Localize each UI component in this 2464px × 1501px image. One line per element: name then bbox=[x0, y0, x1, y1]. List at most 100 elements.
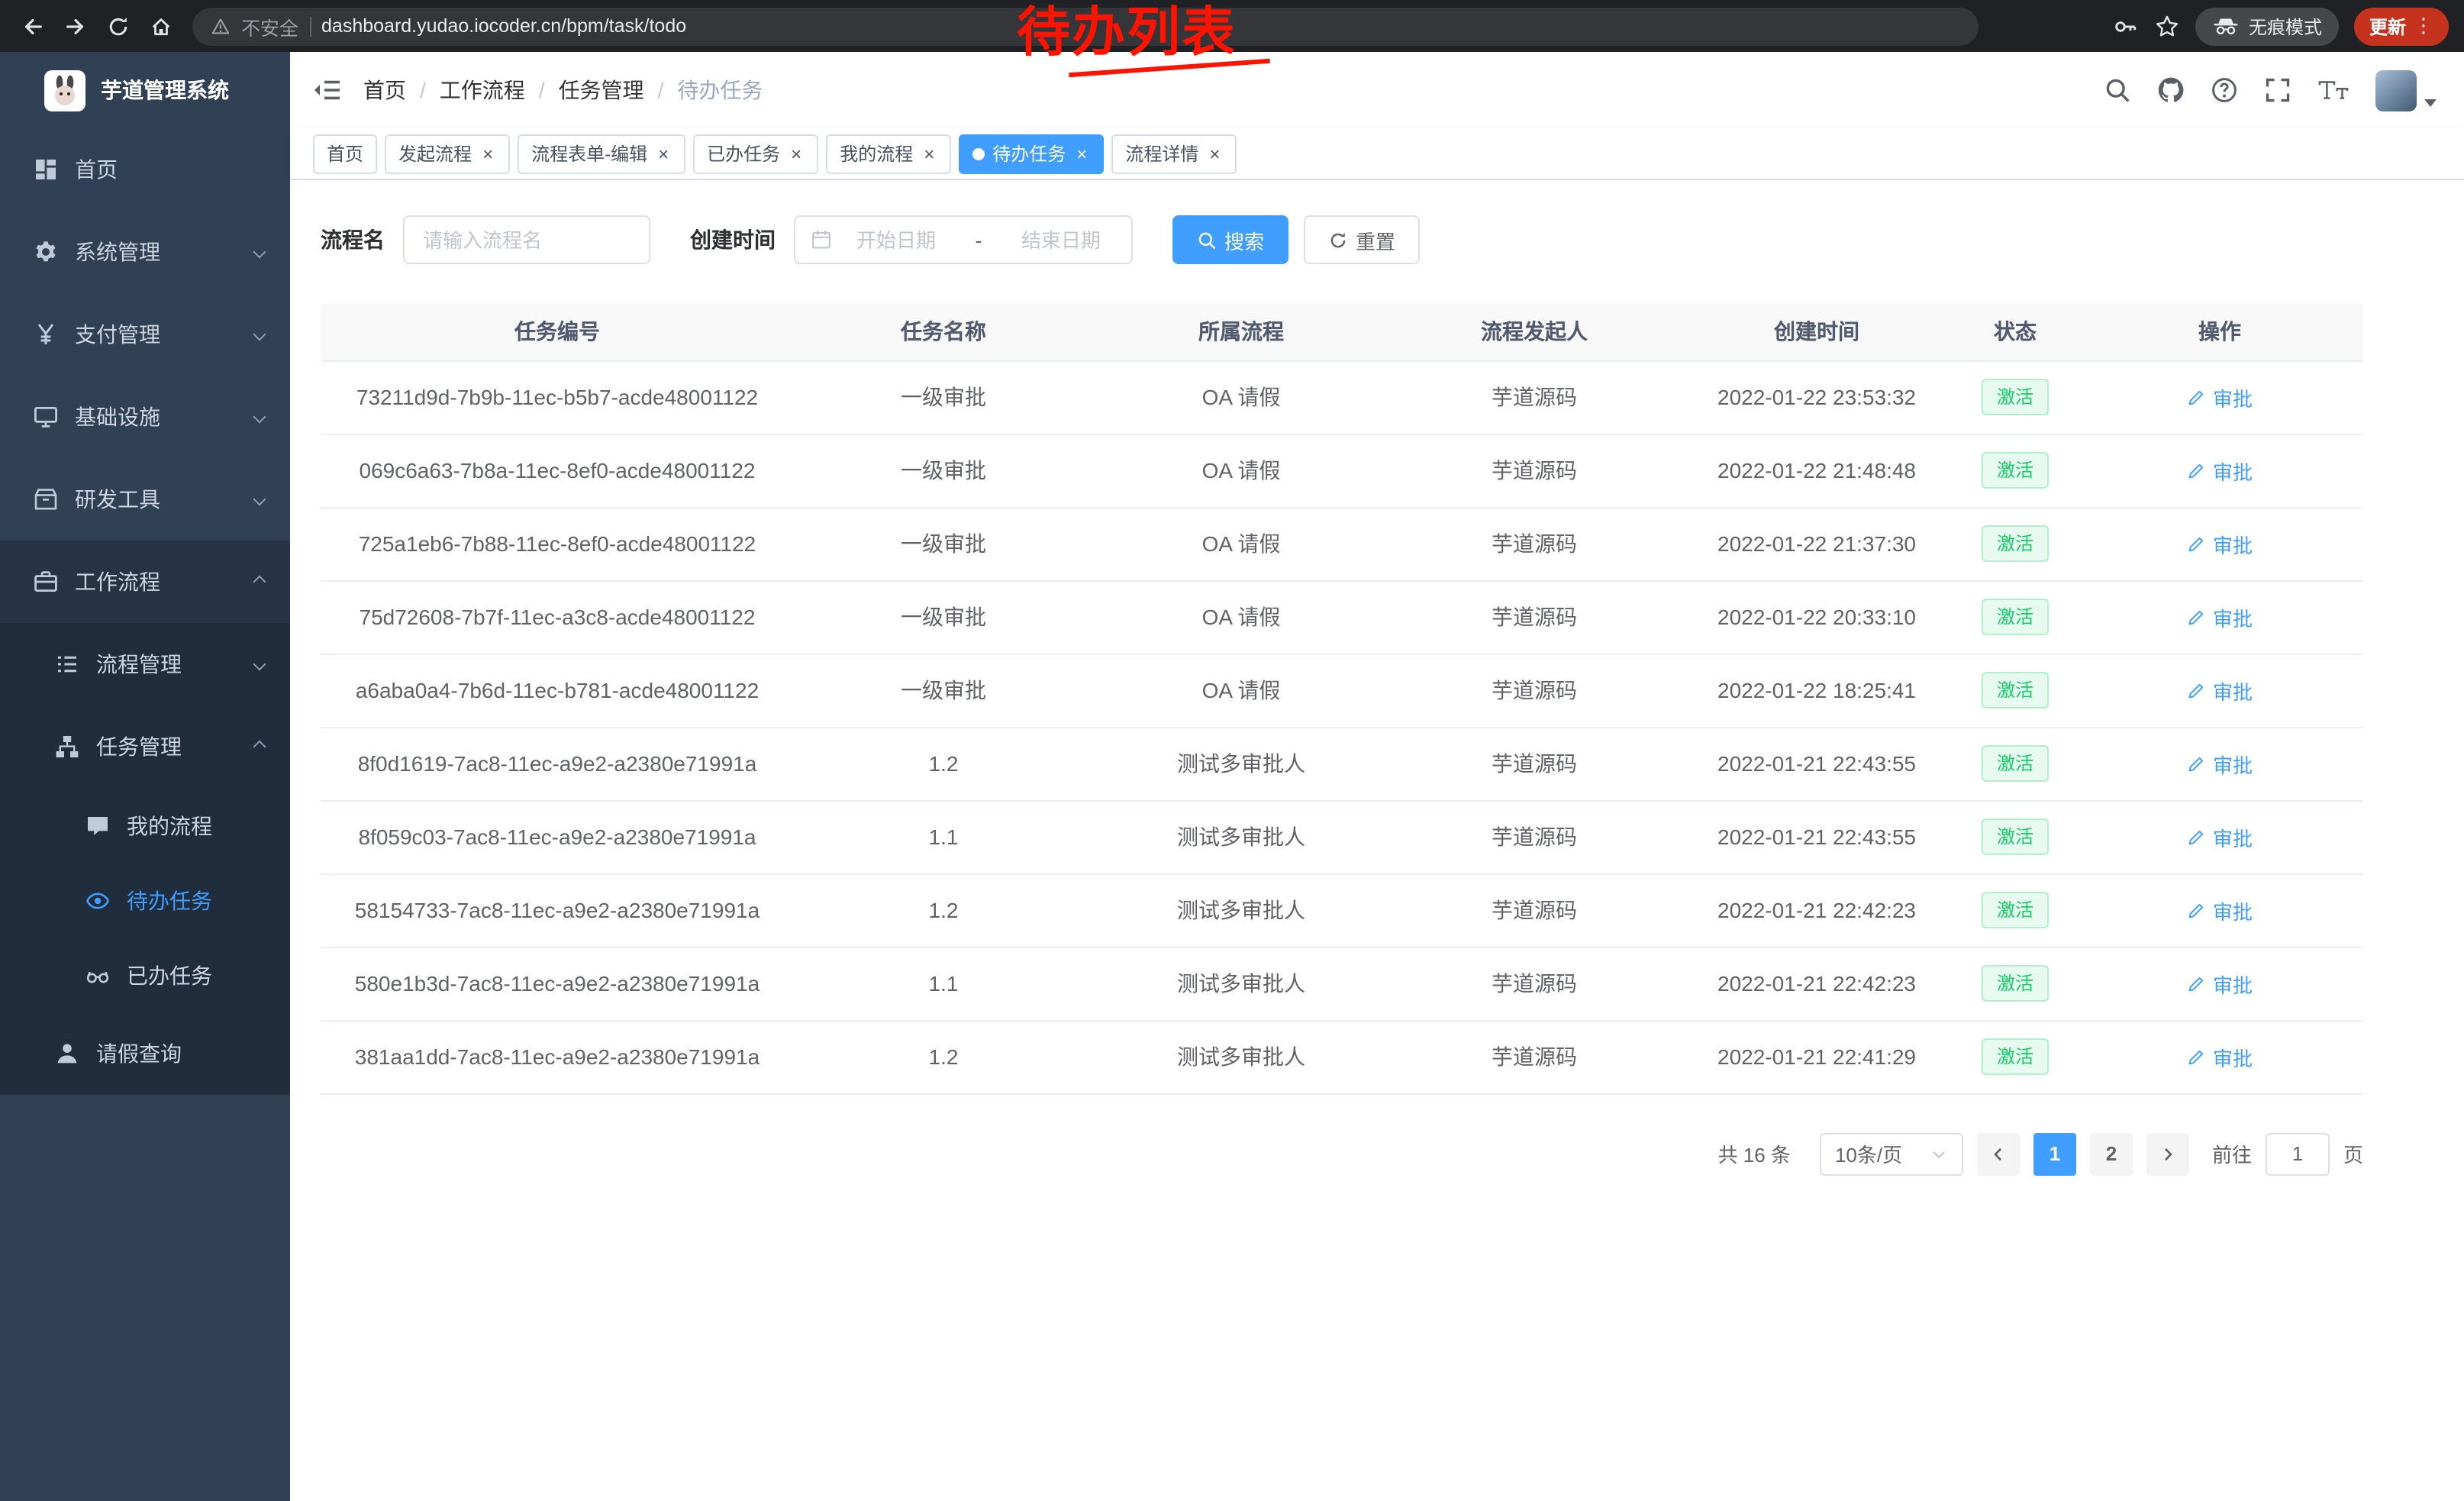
page-size-select[interactable]: 10条/页 bbox=[1820, 1132, 1963, 1175]
process-name-input[interactable] bbox=[420, 227, 634, 253]
cell-task-id: a6aba0a4-7b6d-11ec-b781-acde48001122 bbox=[321, 654, 794, 727]
cell-task-id: 75d72608-7b7f-11ec-a3c8-acde48001122 bbox=[321, 580, 794, 654]
back-button[interactable] bbox=[12, 6, 52, 46]
search-icon[interactable] bbox=[2104, 76, 2131, 104]
sidebar-item-system[interactable]: 系统管理 bbox=[0, 211, 290, 293]
sidebar-item-label: 我的流程 bbox=[127, 810, 212, 841]
approve-link[interactable]: 审批 bbox=[2187, 749, 2253, 778]
font-size-icon[interactable] bbox=[2317, 76, 2350, 104]
tab-我的流程[interactable]: 我的流程 × bbox=[826, 134, 951, 173]
tab-已办任务[interactable]: 已办任务 × bbox=[693, 134, 818, 173]
cell-created-time: 2022-01-22 23:53:32 bbox=[1679, 360, 1954, 434]
goto-page-input[interactable] bbox=[2266, 1132, 2330, 1175]
sidebar-item-home[interactable]: 首页 bbox=[0, 128, 290, 211]
app-logo[interactable]: 芋道管理系统 bbox=[0, 52, 290, 128]
help-icon[interactable] bbox=[2211, 76, 2238, 104]
close-icon[interactable]: × bbox=[655, 143, 672, 164]
prev-page-button[interactable] bbox=[1977, 1132, 2020, 1175]
forward-button[interactable] bbox=[55, 6, 95, 46]
breadcrumb-item[interactable]: 工作流程 bbox=[440, 75, 525, 105]
approve-link[interactable]: 审批 bbox=[2187, 383, 2253, 412]
sidebar-item-workflow[interactable]: 工作流程 bbox=[0, 541, 290, 623]
cell-initiator: 芋道源码 bbox=[1389, 800, 1679, 873]
sidebar-item-process-mgmt[interactable]: 流程管理 bbox=[0, 623, 290, 705]
update-menu-button[interactable]: 更新 ⋮ bbox=[2354, 7, 2449, 45]
incognito-badge: 无痕模式 bbox=[2195, 7, 2339, 45]
end-date-input[interactable] bbox=[1006, 227, 1116, 253]
reset-button[interactable]: 重置 bbox=[1304, 215, 1420, 264]
user-avatar[interactable] bbox=[2375, 69, 2437, 111]
active-dot bbox=[972, 147, 985, 160]
approve-link[interactable]: 审批 bbox=[2187, 529, 2253, 558]
browser-home-button[interactable] bbox=[140, 6, 180, 46]
close-icon[interactable]: × bbox=[479, 143, 496, 164]
sidebar-item-devtools[interactable]: 研发工具 bbox=[0, 458, 290, 541]
start-date-input[interactable] bbox=[841, 227, 951, 253]
cell-task-id: 580e1b3d-7ac8-11ec-a9e2-a2380e71991a bbox=[321, 947, 794, 1020]
sidebar-item-todo-task[interactable]: 待办任务 bbox=[0, 863, 290, 938]
sidebar-item-label: 请假查询 bbox=[96, 1038, 182, 1069]
cell-process: OA 请假 bbox=[1093, 360, 1389, 434]
hamburger-icon bbox=[311, 78, 342, 102]
close-icon[interactable]: × bbox=[921, 143, 937, 164]
sidebar-item-task-mgmt[interactable]: 任务管理 bbox=[0, 705, 290, 788]
approve-link[interactable]: 审批 bbox=[2187, 896, 2253, 925]
column-header: 所属流程 bbox=[1093, 304, 1389, 360]
collapse-sidebar-button[interactable] bbox=[290, 52, 363, 128]
cell-task-name: 一级审批 bbox=[794, 507, 1093, 580]
breadcrumb-item: 待办任务 bbox=[677, 75, 763, 105]
cell-task-name: 1.1 bbox=[794, 947, 1093, 1020]
address-bar[interactable]: 不安全 dashboard.yudao.iocoder.cn/bpm/task/… bbox=[192, 7, 1979, 45]
approve-link[interactable]: 审批 bbox=[2187, 822, 2253, 851]
cell-initiator: 芋道源码 bbox=[1389, 947, 1679, 1020]
edit-icon bbox=[2187, 1047, 2207, 1067]
user-icon bbox=[55, 1041, 79, 1066]
sidebar-item-my-process[interactable]: 我的流程 bbox=[0, 788, 290, 863]
page-button-2[interactable]: 2 bbox=[2090, 1132, 2133, 1175]
status-badge: 激活 bbox=[1982, 672, 2049, 709]
bookmark-star-icon[interactable] bbox=[2154, 13, 2180, 39]
breadcrumb-item[interactable]: 任务管理 bbox=[559, 75, 644, 105]
approve-link[interactable]: 审批 bbox=[2187, 456, 2253, 485]
table-row: 580e1b3d-7ac8-11ec-a9e2-a2380e71991a 1.1… bbox=[321, 947, 2363, 1020]
goto-label: 前往 bbox=[2212, 1139, 2252, 1168]
tab-流程表单-编辑[interactable]: 流程表单-编辑 × bbox=[518, 134, 685, 173]
github-icon[interactable] bbox=[2157, 76, 2185, 104]
close-icon[interactable]: × bbox=[1206, 143, 1223, 164]
tab-首页[interactable]: 首页 bbox=[313, 134, 377, 173]
approve-link[interactable]: 审批 bbox=[2187, 969, 2253, 998]
cell-created-time: 2022-01-22 20:33:10 bbox=[1679, 580, 1954, 654]
tab-发起流程[interactable]: 发起流程 × bbox=[385, 134, 510, 173]
password-key-icon[interactable] bbox=[2113, 13, 2139, 39]
sidebar-item-infrastructure[interactable]: 基础设施 bbox=[0, 376, 290, 458]
sidebar-item-payment[interactable]: 支付管理 bbox=[0, 293, 290, 376]
approve-link[interactable]: 审批 bbox=[2187, 676, 2253, 705]
sidebar-item-done-task[interactable]: 已办任务 bbox=[0, 938, 290, 1012]
approve-link[interactable]: 审批 bbox=[2187, 602, 2253, 631]
sidebar-item-leave-query[interactable]: 请假查询 bbox=[0, 1012, 290, 1095]
sidebar-item-label: 首页 bbox=[75, 154, 118, 185]
cell-initiator: 芋道源码 bbox=[1389, 873, 1679, 947]
status-badge: 激活 bbox=[1982, 745, 2049, 782]
date-range-picker[interactable]: - bbox=[794, 215, 1133, 264]
tab-流程详情[interactable]: 流程详情 × bbox=[1111, 134, 1237, 173]
fullscreen-icon[interactable] bbox=[2264, 76, 2291, 104]
page-button-1[interactable]: 1 bbox=[2033, 1132, 2076, 1175]
chevron-right-icon bbox=[2159, 1144, 2177, 1163]
close-icon[interactable]: × bbox=[788, 143, 805, 164]
cell-task-name: 1.2 bbox=[794, 1020, 1093, 1093]
reload-button[interactable] bbox=[98, 6, 137, 46]
task-table: 任务编号任务名称所属流程流程发起人创建时间状态操作 73211d9d-7b9b-… bbox=[321, 304, 2363, 1094]
tab-label: 首页 bbox=[327, 140, 363, 166]
breadcrumb-item[interactable]: 首页 bbox=[363, 75, 406, 105]
approve-link[interactable]: 审批 bbox=[2187, 1042, 2253, 1071]
breadcrumb-separator: / bbox=[539, 78, 545, 102]
close-icon[interactable]: × bbox=[1073, 143, 1090, 164]
tab-待办任务[interactable]: 待办任务 × bbox=[959, 134, 1104, 173]
cell-task-id: 8f0d1619-7ac8-11ec-a9e2-a2380e71991a bbox=[321, 727, 794, 800]
cell-initiator: 芋道源码 bbox=[1389, 1020, 1679, 1093]
chevron-icon bbox=[253, 411, 266, 424]
next-page-button[interactable] bbox=[2146, 1132, 2189, 1175]
cell-created-time: 2022-01-21 22:42:23 bbox=[1679, 947, 1954, 1020]
search-button[interactable]: 搜索 bbox=[1172, 215, 1288, 264]
